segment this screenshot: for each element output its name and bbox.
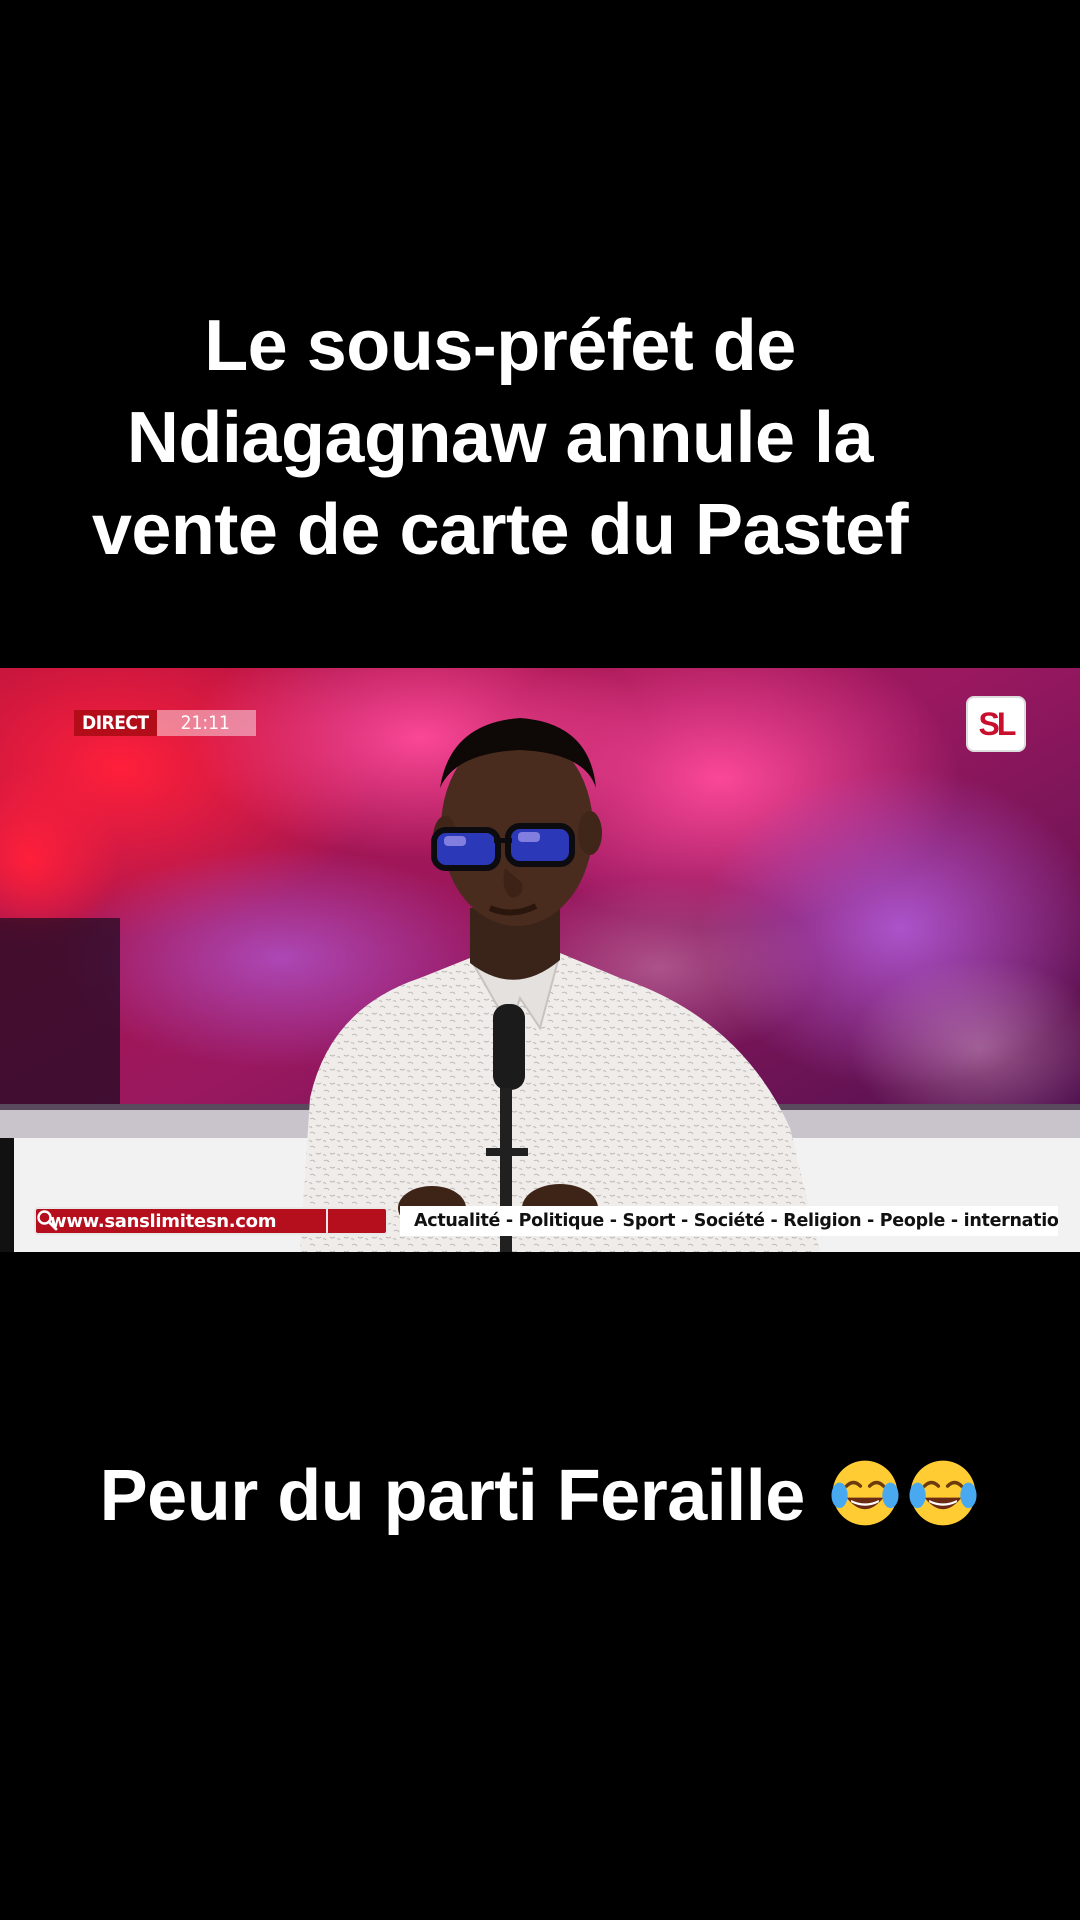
caption-top-line-1: Le sous-préfet de — [204, 306, 796, 386]
caption-top-line-3: vente de carte du Pastef — [91, 490, 909, 570]
direct-label: DIRECT — [74, 710, 157, 736]
caption-top: Le sous-préfet de Ndiagagnaw annule la v… — [60, 300, 940, 576]
live-badge: DIRECT 21:11 — [74, 710, 256, 736]
sl-logo-text: SL — [978, 705, 1017, 742]
topics-ticker: Actualité - Politique - Sport - Société … — [400, 1206, 1058, 1236]
caption-bottom-text: Peur du parti Feraille — [99, 1456, 806, 1536]
caption-bottom: Peur du parti Feraille — [0, 1448, 1080, 1544]
direct-time: 21:11 — [156, 710, 256, 736]
website-url: www.sanslimitesn.com — [50, 1210, 277, 1232]
video-scene — [0, 668, 1080, 1252]
website-pill[interactable]: www.sanslimitesn.com — [34, 1207, 388, 1235]
lower-third: www.sanslimitesn.com Actualité - Politiq… — [14, 1204, 1058, 1238]
video-frame[interactable]: DIRECT 21:11 SL www.sanslimitesn.com Act… — [0, 668, 1080, 1252]
tears-of-joy-emoji-icon — [831, 1460, 899, 1526]
sl-logo: SL — [968, 698, 1024, 750]
caption-top-line-2: Ndiagagnaw annule la — [126, 398, 874, 478]
tears-of-joy-emoji-icon — [909, 1460, 977, 1526]
search-icon[interactable] — [37, 1209, 386, 1233]
